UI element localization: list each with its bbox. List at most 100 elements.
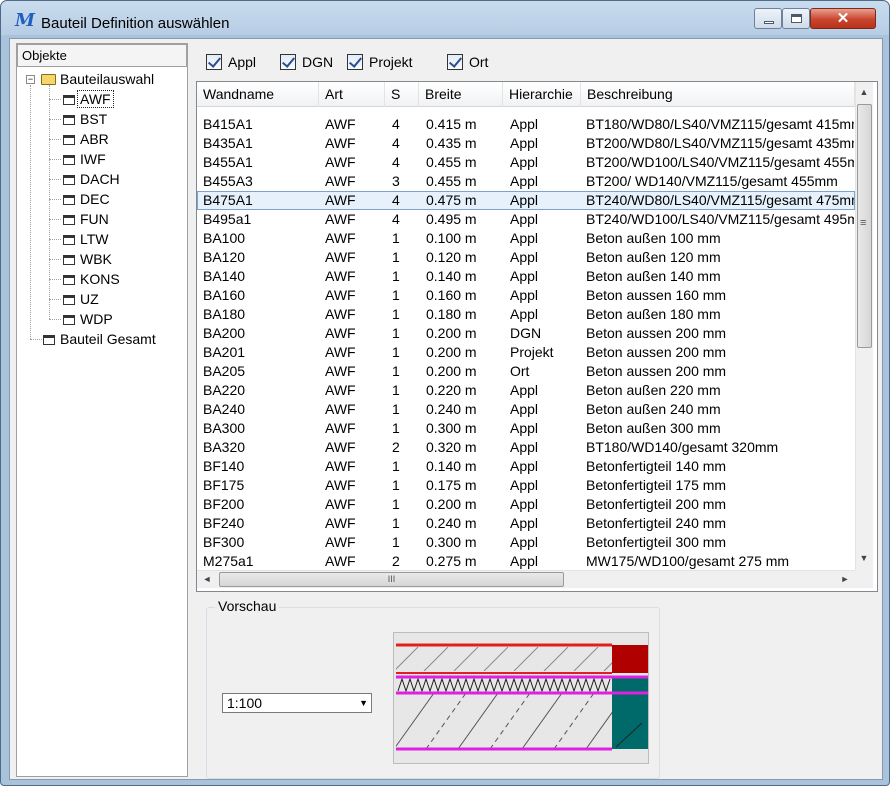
tree-item-awf[interactable]: AWF	[63, 89, 114, 109]
cell-art: AWF	[325, 363, 356, 379]
cell-hierarchie: Appl	[510, 420, 539, 436]
cell-wandname: B415A1	[203, 116, 253, 132]
table-row[interactable]: BF300 AWF 1 0.300 m Appl Betonfertigteil 300 …	[197, 533, 855, 552]
cell-hierarchie: Appl	[510, 496, 539, 512]
checkbox-checked-icon[interactable]	[280, 54, 296, 70]
minimize-button[interactable]	[754, 8, 782, 29]
table-row[interactable]: BA300 AWF 1 0.300 m Appl Beton außen 300 mm	[197, 419, 855, 438]
horizontal-scroll-thumb[interactable]: III	[219, 572, 564, 587]
table-row[interactable]: B455A1 AWF 4 0.455 m Appl BT200/WD100/LS40/VM…	[197, 153, 855, 172]
table-row[interactable]: BA205 AWF 1 0.200 m Ort Beton aussen 200 mm	[197, 362, 855, 381]
table-row[interactable]: BA100 AWF 1 0.100 m Appl Beton außen 100 mm	[197, 229, 855, 248]
table-row[interactable]: BA120 AWF 1 0.120 m Appl Beton außen 120 mm	[197, 248, 855, 267]
cell-hierarchie: Appl	[510, 154, 539, 170]
column-header-beschreibung[interactable]: Beschreibung	[581, 82, 855, 107]
table-row[interactable]: BF240 AWF 1 0.240 m Appl Betonfertigteil 240 …	[197, 514, 855, 533]
scroll-right-icon[interactable]: ►	[837, 571, 853, 587]
filter-projekt-checkbox[interactable]: Projekt	[347, 52, 413, 72]
table-row[interactable]: M275a1 AWF 2 0.275 m Appl MW175/WD100/gesamt …	[197, 552, 855, 571]
cell-wandname: BA200	[203, 325, 246, 341]
tree-item-abr[interactable]: ABR	[63, 129, 109, 149]
scroll-down-icon[interactable]: ▼	[856, 550, 872, 566]
component-list[interactable]: Wandname Art S Breite Hierarchie Beschreibung…	[196, 81, 878, 592]
tree-item-iwf[interactable]: IWF	[63, 149, 106, 169]
maximize-icon	[791, 14, 802, 23]
table-row[interactable]: B415A1 AWF 4 0.415 m Appl BT180/WD80/LS40/VMZ…	[197, 115, 855, 134]
cell-s: 1	[392, 401, 400, 417]
table-row[interactable]: BF175 AWF 1 0.175 m Appl Betonfertigteil 175 …	[197, 476, 855, 495]
table-row[interactable]: BA320 AWF 2 0.320 m Appl BT180/WD140/gesamt 3…	[197, 438, 855, 457]
tree-item-dec[interactable]: DEC	[63, 189, 110, 209]
cell-art: AWF	[325, 344, 356, 360]
table-row[interactable]: B455A3 AWF 3 0.455 m Appl BT200/ WD140/VMZ115…	[197, 172, 855, 191]
tree-root-bauteilauswahl[interactable]: Bauteilauswahl	[41, 69, 154, 89]
document-icon	[43, 335, 55, 345]
cell-hierarchie: Appl	[510, 230, 539, 246]
cell-breite: 0.300 m	[426, 534, 477, 550]
tree-item-wbk[interactable]: WBK	[63, 249, 112, 269]
table-row[interactable]: BA180 AWF 1 0.180 m Appl Beton außen 180 mm	[197, 305, 855, 324]
tree-item-fun[interactable]: FUN	[63, 209, 109, 229]
column-header-s[interactable]: S	[385, 82, 419, 107]
tree-header[interactable]: Objekte	[17, 44, 187, 67]
table-row[interactable]: BA140 AWF 1 0.140 m Appl Beton außen 140 mm	[197, 267, 855, 286]
table-row[interactable]: BA160 AWF 1 0.160 m Appl Beton aussen 160 mm	[197, 286, 855, 305]
object-tree[interactable]: Objekte − Bauteilauswahl AWF BST ABR IWF DACH D…	[16, 43, 188, 777]
column-header-art[interactable]: Art	[319, 82, 385, 107]
vertical-scroll-thumb[interactable]: ≡	[857, 104, 872, 348]
cell-s: 1	[392, 249, 400, 265]
table-row[interactable]: BF140 AWF 1 0.140 m Appl Betonfertigteil 140 …	[197, 457, 855, 476]
title-bar[interactable]: M Bauteil Definition auswählen ✕	[1, 1, 889, 37]
cell-beschreibung: Beton außen 180 mm	[586, 306, 721, 322]
tree-item-label: DEC	[80, 191, 110, 207]
column-header-breite[interactable]: Breite	[419, 82, 503, 107]
tree-collapse-icon[interactable]: −	[26, 75, 35, 84]
cell-beschreibung: Betonfertigteil 200 mm	[586, 496, 727, 512]
scale-dropdown[interactable]: 1:100 ▼	[222, 693, 372, 713]
cell-breite: 0.200 m	[426, 496, 477, 512]
table-row[interactable]: B495a1 AWF 4 0.495 m Appl BT240/WD100/LS40/VM…	[197, 210, 855, 229]
table-row[interactable]: BA240 AWF 1 0.240 m Appl Beton außen 240 mm	[197, 400, 855, 419]
tree-item-ltw[interactable]: LTW	[63, 229, 109, 249]
tree-item-dach[interactable]: DACH	[63, 169, 120, 189]
filter-appl-checkbox[interactable]: Appl	[206, 52, 256, 72]
filter-ort-checkbox[interactable]: Ort	[447, 52, 488, 72]
column-header-hierarchie[interactable]: Hierarchie	[503, 82, 581, 107]
table-row[interactable]: B435A1 AWF 4 0.435 m Appl BT200/WD80/LS40/VMZ…	[197, 134, 855, 153]
cell-hierarchie: DGN	[510, 325, 542, 341]
table-row[interactable]: BF200 AWF 1 0.200 m Appl Betonfertigteil 200 …	[197, 495, 855, 514]
cell-s: 1	[392, 325, 400, 341]
column-header-wandname[interactable]: Wandname	[197, 82, 319, 107]
document-icon	[63, 155, 75, 165]
table-row[interactable]: B475A1 AWF 4 0.475 m Appl BT240/WD80/LS40/VMZ…	[197, 191, 855, 210]
cell-s: 1	[392, 287, 400, 303]
close-button[interactable]: ✕	[810, 8, 876, 29]
tree-item-label: IWF	[80, 151, 106, 167]
tree-item-bauteil-gesamt[interactable]: Bauteil Gesamt	[43, 329, 156, 349]
table-row[interactable]: BA200 AWF 1 0.200 m DGN Beton aussen 200 mm	[197, 324, 855, 343]
scroll-left-icon[interactable]: ◄	[199, 571, 215, 587]
table-row[interactable]: BA220 AWF 1 0.220 m Appl Beton außen 220 mm	[197, 381, 855, 400]
checkbox-checked-icon[interactable]	[206, 54, 222, 70]
tree-item-label: BST	[80, 111, 108, 127]
vertical-scrollbar[interactable]: ▲ ≡ ▼	[855, 82, 873, 570]
filter-dgn-checkbox[interactable]: DGN	[280, 52, 333, 72]
scroll-up-icon[interactable]: ▲	[856, 84, 872, 100]
tree-item-bst[interactable]: BST	[63, 109, 107, 129]
tree-item-kons[interactable]: KONS	[63, 269, 120, 289]
tree-item-wdp[interactable]: WDP	[63, 309, 113, 329]
cell-breite: 0.435 m	[426, 135, 477, 151]
tree-item-label: WBK	[80, 251, 112, 267]
tree-connector	[49, 85, 50, 319]
tree-item-label: DACH	[80, 171, 120, 187]
maximize-button[interactable]	[782, 8, 810, 29]
checkbox-checked-icon[interactable]	[447, 54, 463, 70]
table-row[interactable]: BA201 AWF 1 0.200 m Projekt Beton aussen 200 …	[197, 343, 855, 362]
checkbox-checked-icon[interactable]	[347, 54, 363, 70]
cell-beschreibung: Beton außen 220 mm	[586, 382, 721, 398]
tree-connector	[49, 179, 61, 180]
tree-item-uz[interactable]: UZ	[63, 289, 99, 309]
horizontal-scrollbar[interactable]: ◄ III ►	[197, 570, 855, 588]
cell-beschreibung: Beton außen 140 mm	[586, 268, 721, 284]
cell-art: AWF	[325, 477, 356, 493]
